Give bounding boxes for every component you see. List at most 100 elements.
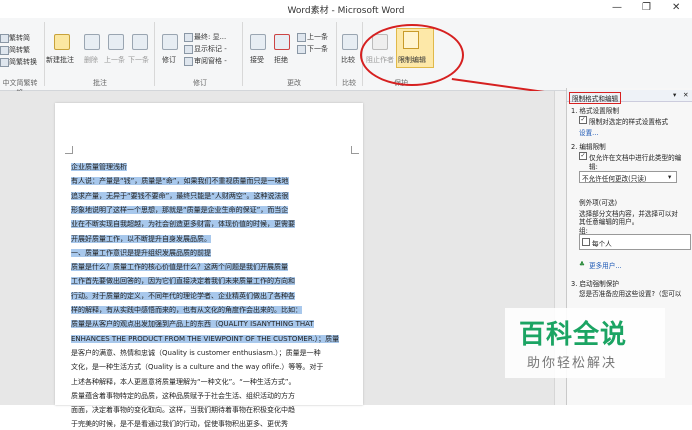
document-line-text: 追求产量，无异于“要钱不要命”，最终只能是“人财两空”。这种说法很	[71, 191, 289, 200]
window-title: Word素材 - Microsoft Word	[287, 6, 405, 16]
show-markup-button[interactable]: 显示标记 -	[194, 44, 227, 54]
new-comment-button[interactable]: 新建批注	[46, 55, 74, 65]
crop-mark	[351, 153, 359, 154]
formatting-checkbox[interactable]: ✓	[579, 116, 587, 124]
enforce-heading: 3. 启动强制保护	[571, 280, 619, 288]
document-line[interactable]: 一、质量工作意识是提升组织发展品质的前提	[71, 248, 351, 259]
formatting-settings-link[interactable]: 设置...	[579, 127, 598, 137]
document-line-text: 质量是从客户的观点出发加强到产品上的东西（QUALITY ISANYTHING …	[71, 320, 314, 329]
document-line-text: 行动。对于质量的定义，不同年代的理论学者、企业精英们做出了各种各	[71, 291, 295, 300]
groups-listbox[interactable]: 每个人	[579, 234, 691, 250]
document-line-text: 质量是什么？质量工作的核心价值是什么？这两个问题是我们开展质量	[71, 263, 288, 272]
document-line-text: 质量蕴含着事物特定的品质，这种品质赋予于社会生活、组织活动的方方	[71, 391, 295, 400]
document-line[interactable]: 形象地说明了这样一个思想，那就是“质量是企业生命的保证”，而当企	[71, 205, 351, 216]
document-line-text: 形象地说明了这样一个思想，那就是“质量是企业生命的保证”，而当企	[71, 205, 289, 214]
pane-dropdown-icon[interactable]: ▾	[673, 91, 676, 99]
document-line[interactable]: 质量是从客户的观点出发加强到产品上的东西（QUALITY ISANYTHING …	[71, 319, 351, 330]
next-change-button[interactable]: 下一条	[307, 44, 328, 54]
everyone-label: 每个人	[592, 240, 612, 248]
prev-change-icon	[297, 33, 306, 42]
document-line-text: 文化，是一种生活方式（Quality is a culture and the …	[71, 363, 324, 372]
editing-checkbox-label: 仅允许在文档中进行此类型的编	[589, 154, 682, 162]
editing-heading: 2. 编辑限制	[571, 143, 606, 151]
formatting-heading: 1. 格式设置限制	[571, 107, 619, 115]
editing-type-select[interactable]: 不允许任何更改(只读) ▾	[579, 171, 677, 183]
document-line[interactable]: ENHANCES THE PRODUCT FROM THE VIEWPOINT …	[71, 334, 351, 345]
document-line[interactable]: 样的解释，有从实践中感悟而来的，也有从文化的角度作会出来的。比如：	[71, 305, 351, 316]
document-line[interactable]: 是客户的满意、热情和忠诚（Quality is customer enthusi…	[71, 348, 351, 359]
reviewing-pane-icon	[184, 57, 193, 66]
group-label-tracking: 修订	[193, 79, 207, 87]
document-line[interactable]: 追求产量，无异于“要钱不要命”，最终只能是“人财两空”。这种说法很	[71, 191, 351, 202]
document-line[interactable]: 行动。对于质量的定义，不同年代的理论学者、企业精英们做出了各种各	[71, 291, 351, 302]
document-line-text: 企业质量管理浅析	[71, 163, 127, 171]
trad-to-simp-button[interactable]: 繁转简	[9, 33, 30, 43]
editing-checkbox[interactable]: ✓	[579, 152, 587, 160]
group-label-changes: 更改	[287, 79, 301, 87]
separator	[154, 22, 155, 86]
next-change-icon	[297, 45, 306, 54]
document-line[interactable]: 于完美的时候，是不是看通过我们的行动，促使事物积出更多、更优秀	[71, 419, 351, 430]
document-line[interactable]: 质量是什么？质量工作的核心价值是什么？这两个问题是我们开展质量	[71, 262, 351, 273]
restore-icon[interactable]: ❐	[642, 2, 651, 13]
users-icon: ♣	[579, 260, 585, 268]
document-line[interactable]: 上述各种解释，本人更愿意将质量理解为“一种文化”。“一种生活方式”。	[71, 377, 351, 388]
track-changes-icon	[162, 34, 178, 50]
reject-button[interactable]: 拒绝	[274, 55, 288, 65]
document-area: 企业质量管理浅析有人说：产量是“钱”，质量是“命”，如果我们不重视质量而只是一味…	[0, 91, 554, 428]
markup-display-select[interactable]: 最终: 显...	[194, 32, 226, 42]
document-line[interactable]: 质量蕴含着事物特定的品质，这种品质赋予于社会生活、组织活动的方方	[71, 391, 351, 402]
exceptions-heading: 例外项(可选)	[579, 199, 618, 207]
more-users-link[interactable]: 更多用户...	[589, 260, 622, 270]
document-line-text: 业在不断实现自我超越，为社会创造更多财富，体现价值的时候，更需要	[71, 220, 295, 229]
track-changes-button[interactable]: 修订	[162, 55, 176, 65]
separator	[44, 22, 45, 86]
accept-icon	[250, 34, 266, 50]
crop-mark	[351, 146, 352, 154]
document-line[interactable]: 开展好质量工作，以不断提升自身发展品质。	[71, 234, 351, 245]
simp-trad-convert-button[interactable]: 简繁转换	[9, 57, 37, 67]
convert-icon	[0, 58, 9, 67]
compare-icon	[342, 34, 358, 50]
delete-comment-button[interactable]: 删除	[84, 55, 98, 65]
everyone-checkbox[interactable]	[582, 238, 590, 246]
reject-icon	[274, 34, 290, 50]
pane-close-icon[interactable]: ✕	[683, 91, 689, 99]
compare-button[interactable]: 比较	[341, 55, 355, 65]
ribbon-review: 繁转简 简转繁 简繁转换 中文简繁转换 新建批注 删除 上一条 下一条 批注 修…	[0, 18, 692, 97]
document-line-text: 上述各种解释，本人更愿意将质量理解为“一种文化”。“一种生活方式”。	[71, 377, 296, 386]
next-comment-icon	[132, 34, 148, 50]
show-markup-icon	[184, 45, 193, 54]
document-line-text: 开展好质量工作，以不断提升自身发展品质。	[71, 234, 211, 243]
next-comment-button[interactable]: 下一条	[128, 55, 149, 65]
prev-change-button[interactable]: 上一条	[307, 32, 328, 42]
group-label-compare: 比较	[342, 79, 356, 87]
document-line[interactable]: 工作首先要做出回答的，因为它们直接决定着我们未来质量工作的方向和	[71, 276, 351, 287]
chevron-down-icon: ▾	[668, 173, 672, 181]
simp-to-trad-button[interactable]: 简转繁	[9, 45, 30, 55]
delete-comment-icon	[84, 34, 100, 50]
watermark-subtitle: 助你轻松解决	[527, 356, 618, 371]
accept-button[interactable]: 接受	[250, 55, 264, 65]
document-line[interactable]: 企业质量管理浅析	[71, 162, 351, 173]
title-bar: Word素材 - Microsoft Word — ❐ ✕	[0, 0, 692, 18]
document-line-text: 是客户的满意、热情和忠诚（Quality is customer enthusi…	[71, 348, 321, 357]
document-line[interactable]: 面面，决定着事物的变化取向。这样，当我们期待着事物在积极变化中趋	[71, 405, 351, 416]
document-page[interactable]: 企业质量管理浅析有人说：产量是“钱”，质量是“命”，如果我们不重视质量而只是一味…	[55, 103, 363, 428]
prev-comment-button[interactable]: 上一条	[104, 55, 125, 65]
document-line[interactable]: 有人说：产量是“钱”，质量是“命”，如果我们不重视质量而只是一味地	[71, 176, 351, 187]
document-line[interactable]: 文化，是一种生活方式（Quality is a culture and the …	[71, 362, 351, 373]
separator	[242, 22, 243, 86]
document-line-text: 样的解释，有从实践中感悟而来的，也有从文化的角度作会出来的。比如：	[71, 306, 302, 314]
exceptions-text-2: 其任意编辑的用户。	[579, 218, 639, 226]
crop-mark	[72, 146, 73, 154]
document-line[interactable]: 业在不断实现自我超越，为社会创造更多财富，体现价值的时候，更需要	[71, 219, 351, 230]
close-window-icon[interactable]: ✕	[672, 2, 680, 13]
minimize-icon[interactable]: —	[612, 2, 622, 13]
enforce-text: 您是否准备应用这些设置?（您可以	[579, 290, 682, 298]
simplified-to-traditional-icon	[0, 46, 9, 55]
reviewing-pane-button[interactable]: 审阅窗格 -	[194, 56, 227, 66]
formatting-checkbox-label: 限制对选定的样式设置格式	[589, 118, 669, 126]
document-line-text: 有人说：产量是“钱”，质量是“命”，如果我们不重视质量而只是一味地	[71, 177, 289, 186]
markup-display-icon	[184, 33, 193, 42]
